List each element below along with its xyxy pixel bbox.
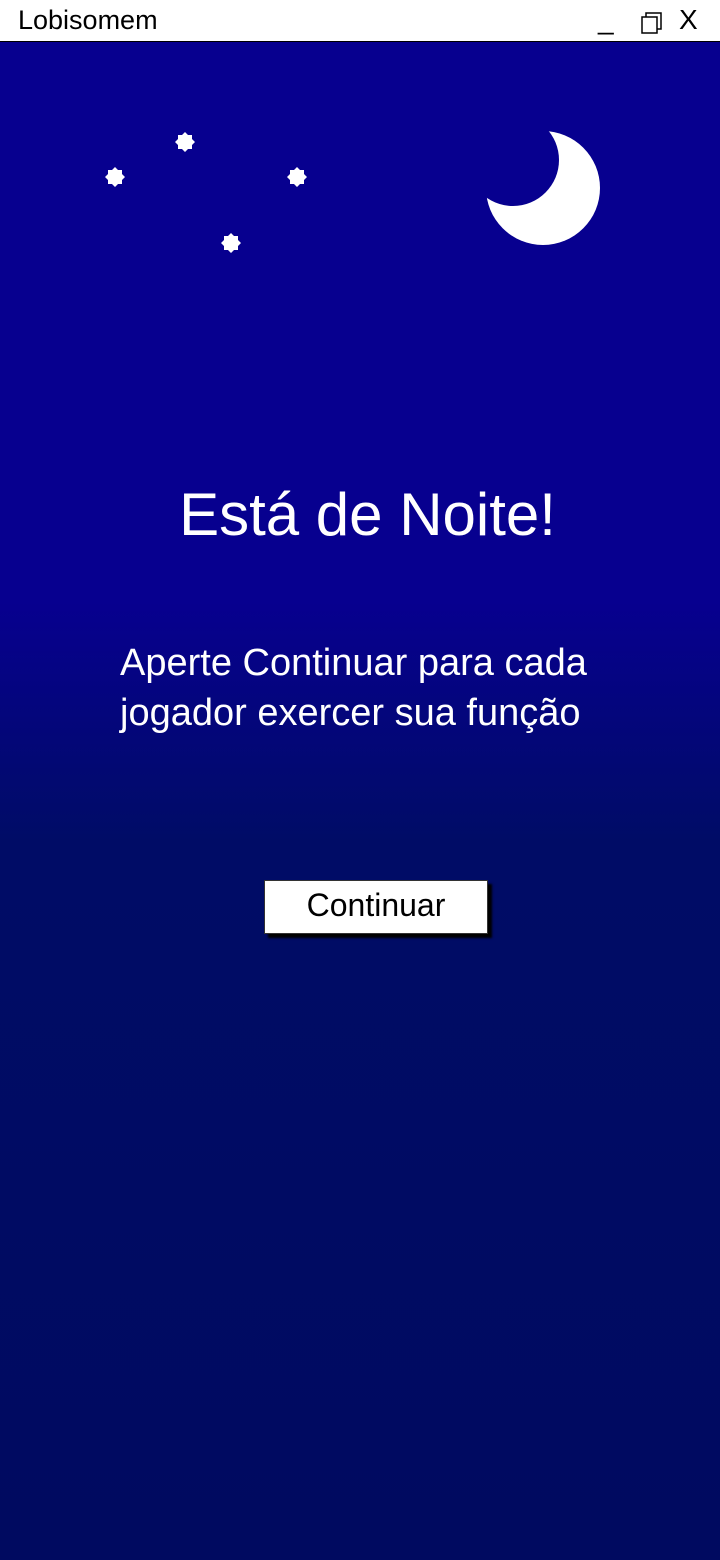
window-title: Lobisomem [18, 5, 158, 35]
night-sky [105, 131, 600, 253]
instruction-line-2: jogador exercer sua função [120, 692, 581, 734]
restore-icon [641, 12, 662, 34]
page-title: Está de Noite! [179, 481, 556, 548]
close-button[interactable]: X [679, 4, 698, 36]
night-screen: Está de Noite! Aperte Continuar para cad… [0, 42, 720, 1560]
title-bar: Lobisomem _ X [0, 0, 720, 42]
minimize-button[interactable]: _ [598, 4, 614, 36]
star-icon [287, 167, 307, 187]
moon-icon [486, 131, 600, 245]
star-icon [221, 233, 241, 253]
continue-button[interactable]: Continuar [264, 880, 488, 934]
instruction-text: Aperte Continuar para cada jogador exerc… [120, 638, 587, 738]
instruction-line-1: Aperte Continuar para cada [120, 642, 587, 684]
star-icon [175, 132, 195, 152]
star-icon [105, 167, 125, 187]
maximize-button[interactable] [640, 10, 664, 42]
